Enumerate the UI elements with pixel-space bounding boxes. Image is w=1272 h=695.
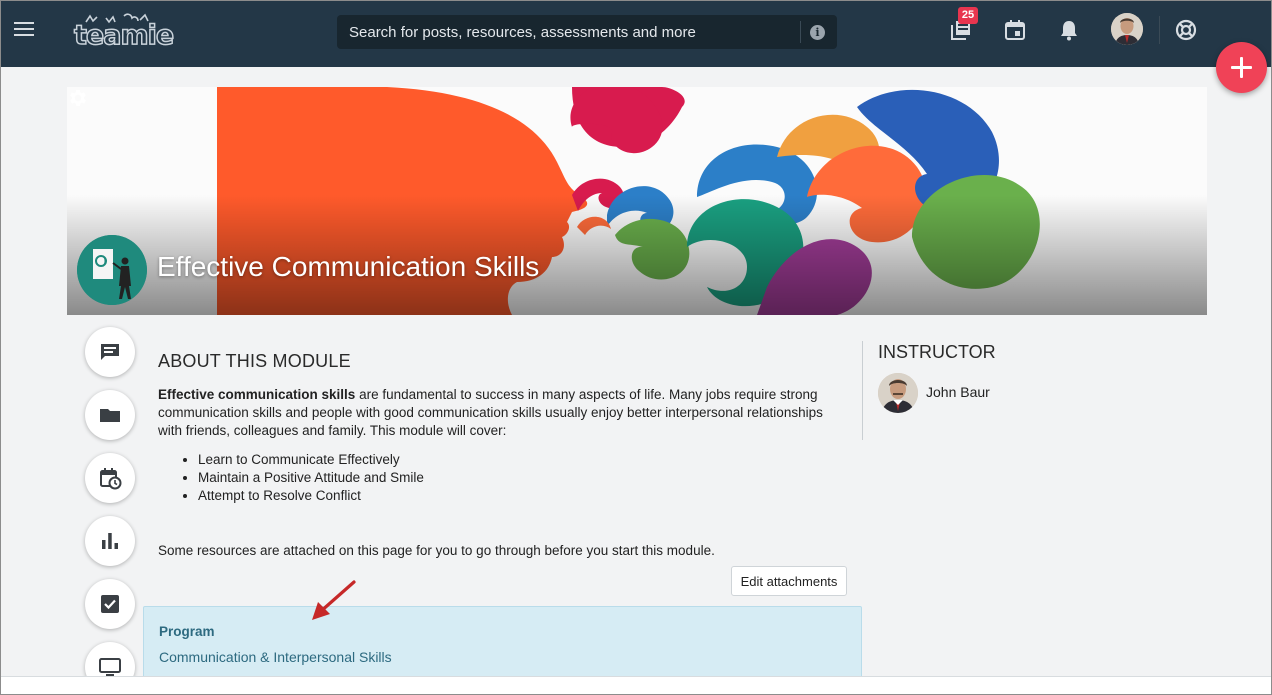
about-intro-bold: Effective communication skills xyxy=(158,387,356,402)
search-bar[interactable]: i xyxy=(337,15,837,49)
logo-text[interactable]: teamie xyxy=(73,19,175,52)
gear-icon[interactable] xyxy=(67,87,89,109)
info-icon[interactable]: i xyxy=(810,24,825,40)
side-nav-posts[interactable] xyxy=(85,327,135,377)
resources-note: Some resources are attached on this page… xyxy=(158,543,715,558)
header-separator xyxy=(1159,16,1160,44)
list-item: Attempt to Resolve Conflict xyxy=(198,487,424,505)
instructor-heading: INSTRUCTOR xyxy=(878,342,996,362)
attachment-type-label: Program xyxy=(159,624,215,639)
search-divider xyxy=(800,21,801,43)
search-input[interactable] xyxy=(337,15,800,49)
calendar-clock-icon xyxy=(100,468,122,490)
top-navigation-bar: teamie i 25 xyxy=(0,0,1272,67)
side-nav-reports[interactable] xyxy=(85,516,135,566)
about-module-description: Effective communication skills are funda… xyxy=(158,386,848,440)
attachment-link[interactable]: Communication & Interpersonal Skills xyxy=(159,649,392,665)
lifebuoy-icon[interactable] xyxy=(1174,18,1198,42)
instructor-avatar[interactable] xyxy=(878,373,918,413)
message-icon xyxy=(101,344,119,360)
checkbox-icon xyxy=(101,595,119,613)
edit-attachments-button[interactable]: Edit attachments xyxy=(731,566,847,596)
course-banner: Effective Communication Skills xyxy=(67,87,1207,315)
folder-icon xyxy=(100,409,120,422)
course-title: Effective Communication Skills xyxy=(157,251,540,282)
user-avatar[interactable] xyxy=(1111,13,1143,45)
module-topics-list: Learn to Communicate Effectively Maintai… xyxy=(198,451,424,505)
side-nav-tasks[interactable] xyxy=(85,579,135,629)
bell-icon[interactable] xyxy=(1057,18,1081,42)
sidebar-divider xyxy=(862,341,863,440)
side-nav-schedule[interactable] xyxy=(85,453,135,503)
annotation-arrow-icon xyxy=(312,580,356,620)
side-nav-resources[interactable] xyxy=(85,390,135,440)
instructor-name[interactable]: John Baur xyxy=(926,384,990,400)
list-item: Maintain a Positive Attitude and Smile xyxy=(198,469,424,487)
bottom-strip xyxy=(0,676,1272,695)
plus-icon[interactable] xyxy=(1216,42,1267,93)
notification-count-badge: 25 xyxy=(958,7,978,24)
list-item: Learn to Communicate Effectively xyxy=(198,451,424,469)
hamburger-icon[interactable] xyxy=(14,22,34,38)
bar-chart-icon xyxy=(102,533,118,549)
about-module-heading: ABOUT THIS MODULE xyxy=(158,351,351,371)
course-avatar xyxy=(77,235,147,305)
calendar-icon[interactable] xyxy=(1003,18,1027,42)
